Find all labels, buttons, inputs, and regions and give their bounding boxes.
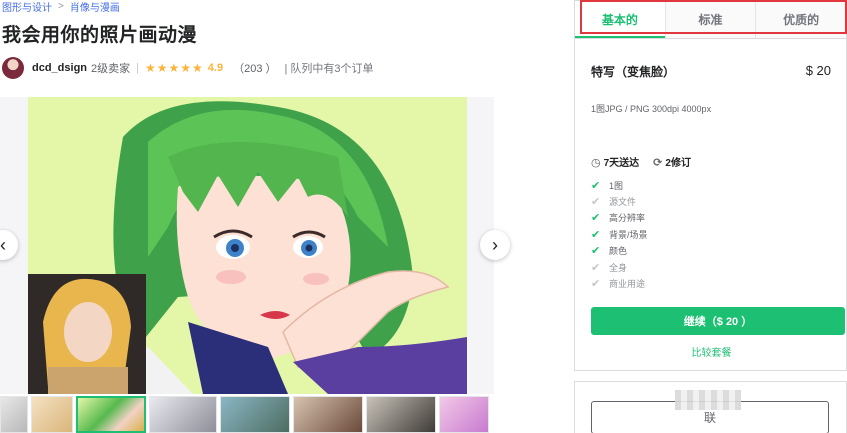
- gallery-thumbnail[interactable]: [0, 396, 28, 433]
- tab-standard[interactable]: 标准: [666, 1, 757, 38]
- gallery-next-button[interactable]: ›: [480, 230, 510, 260]
- feature-item: ✔ 全身: [591, 261, 628, 274]
- rating-score: 4.9: [207, 62, 224, 74]
- rating-stars-icon: ★★★★★: [145, 61, 204, 75]
- refresh-icon: ⟳: [653, 157, 663, 169]
- feature-item: ✔ 背景/场景: [591, 228, 648, 241]
- package-features: ✔ 1图 ✔ 源文件 ✔ 高分辨率 ✔ 背景/场景 ✔ 颜色 ✔ 全身 ✔ 商业用途: [591, 177, 648, 292]
- feature-item: ✔ 1图: [591, 179, 624, 192]
- check-icon: ✔: [591, 196, 601, 209]
- gallery-thumbnail[interactable]: [220, 396, 290, 433]
- clock-icon: ◷: [591, 157, 601, 169]
- gig-gallery: ‹ ›: [0, 97, 510, 394]
- check-icon: ✔: [591, 245, 601, 258]
- package-description: 1图JPG / PNG 300dpi 4000px: [591, 104, 712, 114]
- gallery-thumbnail[interactable]: [31, 396, 73, 433]
- revisions-count: 2修订: [665, 158, 691, 169]
- package-price: $ 20: [805, 63, 831, 78]
- tab-basic[interactable]: 基本的: [575, 1, 666, 38]
- breadcrumb-item-graphics[interactable]: 图形与设计: [2, 0, 52, 14]
- review-count[interactable]: （203 ）: [233, 60, 276, 76]
- seller-overview: dcd_dsign 2级卖家 | ★★★★★ 4.9 （203 ） | 队列中有…: [2, 57, 374, 79]
- divider: |: [136, 62, 139, 74]
- gig-title: 我会用你的照片画动漫: [2, 25, 198, 46]
- compare-packages-link[interactable]: 比较套餐: [575, 344, 847, 359]
- gallery-thumbnail[interactable]: [439, 396, 489, 433]
- feature-item: ✔ 高分辨率: [591, 212, 646, 225]
- gallery-thumbnail[interactable]: [366, 396, 436, 433]
- feature-item: ✔ 颜色: [591, 245, 628, 258]
- continue-button[interactable]: 继续（$ 20 ）: [591, 307, 845, 335]
- gallery-main-image[interactable]: [28, 97, 467, 394]
- watermark-blur: [675, 390, 741, 410]
- chevron-left-icon: ‹: [0, 234, 6, 255]
- check-icon: ✔: [591, 261, 601, 274]
- check-icon: ✔: [591, 278, 601, 291]
- check-icon: ✔: [591, 212, 601, 225]
- check-icon: ✔: [591, 228, 601, 241]
- breadcrumb-separator: >: [58, 0, 64, 12]
- contact-button-label: 联: [703, 411, 716, 425]
- package-name: 特写（变焦脸）: [591, 65, 676, 79]
- orders-in-queue: | 队列中有3个订单: [284, 63, 374, 75]
- package-delivery-info: ◷ 7天送达 ⟳ 2修订: [591, 154, 691, 169]
- seller-level: 2级卖家: [91, 63, 131, 75]
- breadcrumb: 图形与设计 > 肖像与漫画: [2, 0, 120, 14]
- feature-item: ✔ 商业用途: [591, 278, 646, 291]
- gallery-thumbnail[interactable]: [76, 396, 146, 433]
- seller-avatar[interactable]: [2, 57, 24, 79]
- contact-seller-card: 联: [574, 381, 847, 433]
- gallery-prev-button[interactable]: ‹: [0, 230, 18, 260]
- seller-name[interactable]: dcd_dsign: [32, 62, 87, 74]
- gallery-thumbnails: [0, 396, 494, 433]
- packages-card: 基本的 标准 优质的 特写（变焦脸） $ 20 1图JPG / PNG 300d…: [574, 0, 847, 371]
- feature-item: ✔ 源文件: [591, 196, 637, 209]
- package-tabs: 基本的 标准 优质的: [575, 1, 846, 39]
- chevron-right-icon: ›: [492, 234, 498, 255]
- package-header: 特写（变焦脸） $ 20: [591, 63, 831, 80]
- tab-premium[interactable]: 优质的: [756, 1, 846, 38]
- check-icon: ✔: [591, 179, 601, 192]
- delivery-time: 7天送达: [603, 158, 640, 169]
- breadcrumb-item-portraits[interactable]: 肖像与漫画: [70, 0, 120, 14]
- gallery-thumbnail[interactable]: [149, 396, 217, 433]
- gallery-thumbnail[interactable]: [293, 396, 363, 433]
